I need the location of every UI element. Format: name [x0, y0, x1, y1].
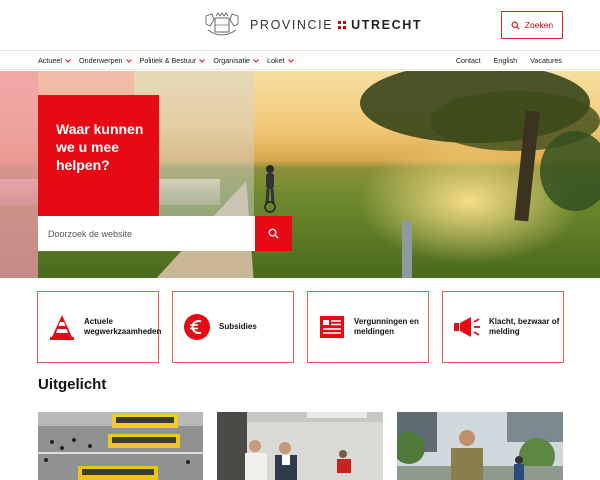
document-icon — [320, 316, 344, 338]
nav-link-contact[interactable]: Contact — [456, 56, 481, 65]
tile-label: Vergunningen en meldingen — [354, 317, 419, 336]
megaphone-icon — [454, 317, 480, 337]
featured-image-people-tunnel — [217, 412, 383, 480]
site-logo[interactable]: PROVINCIE UTRECHT — [202, 12, 422, 38]
tile-label: Klacht, bezwaar of melding — [489, 317, 560, 336]
euro-icon — [184, 314, 210, 340]
nav-item-label: Loket — [267, 56, 285, 65]
header-search-button[interactable]: Zoeken — [501, 11, 563, 39]
tile-klacht-bezwaar[interactable]: Klacht, bezwaar of melding — [442, 291, 564, 363]
hero-banner: Waar kunnen we u mee helpen? — [0, 71, 600, 278]
chevron-down-icon — [287, 58, 294, 63]
nav-item-label: Politiek & Bestuur — [139, 56, 197, 65]
traffic-cone-icon — [50, 315, 74, 340]
hero-photo-bush — [540, 131, 600, 211]
brand-name-utrecht: UTRECHT — [351, 18, 423, 32]
header-search-label: Zoeken — [524, 20, 554, 30]
nav-item-loket[interactable]: Loket — [267, 56, 294, 65]
nav-item-label: Onderwerpen — [78, 56, 123, 65]
nav-link-vacatures[interactable]: Vacatures — [530, 56, 562, 65]
tile-label: Subsidies — [219, 322, 257, 331]
featured-photo-tunnel[interactable] — [217, 412, 383, 480]
search-icon — [511, 20, 520, 30]
nav-item-label: Actueel — [38, 56, 62, 65]
coat-of-arms-icon — [205, 12, 239, 36]
main-navigation: Actueel Onderwerpen Politiek & Bestuur O… — [0, 50, 600, 70]
nav-item-label: Organisatie — [213, 56, 251, 65]
chevron-down-icon — [199, 58, 206, 63]
chevron-down-icon — [253, 58, 259, 63]
chevron-down-icon — [125, 58, 132, 63]
nav-item-organisatie[interactable]: Organisatie — [213, 56, 259, 65]
primary-nav: Actueel Onderwerpen Politiek & Bestuur O… — [38, 51, 294, 70]
site-header: PROVINCIE UTRECHT Zoeken — [0, 0, 600, 50]
nav-item-politiek-bestuur[interactable]: Politiek & Bestuur — [140, 56, 206, 65]
nav-item-actueel[interactable]: Actueel — [38, 56, 71, 65]
tile-subsidies[interactable]: Subsidies — [172, 291, 294, 363]
tile-label: Actuele wegwerkzaamheden — [84, 317, 162, 336]
hero-accent-pink-top — [38, 71, 134, 95]
nav-item-onderwerpen[interactable]: Onderwerpen — [79, 56, 132, 65]
secondary-nav: Contact English Vacatures — [456, 51, 562, 70]
hero-photo-post — [402, 221, 412, 278]
featured-section-title: Uitgelicht — [38, 376, 107, 393]
hero-accent-pink — [0, 71, 38, 278]
hero-search-submit-button[interactable] — [255, 216, 292, 251]
brand-separator-icon — [338, 21, 347, 29]
hero-photo-cyclist — [264, 165, 276, 213]
hero-heading: Waar kunnen we u mee helpen? — [56, 121, 144, 173]
featured-photo-bus-station[interactable] — [38, 412, 203, 480]
featured-image-buses — [38, 412, 203, 480]
tile-vergunningen[interactable]: Vergunningen en meldingen — [307, 291, 429, 363]
featured-image-man-park — [397, 412, 563, 480]
search-icon — [268, 228, 279, 239]
hero-search-input[interactable] — [38, 216, 255, 251]
featured-photo-park[interactable] — [397, 412, 563, 480]
chevron-down-icon — [65, 58, 71, 63]
nav-link-english[interactable]: English — [494, 56, 518, 65]
hero-heading-card: Waar kunnen we u mee helpen? — [38, 95, 159, 216]
tile-wegwerkzaamheden[interactable]: Actuele wegwerkzaamheden — [37, 291, 162, 363]
brand-name-province: PROVINCIE — [250, 18, 334, 32]
